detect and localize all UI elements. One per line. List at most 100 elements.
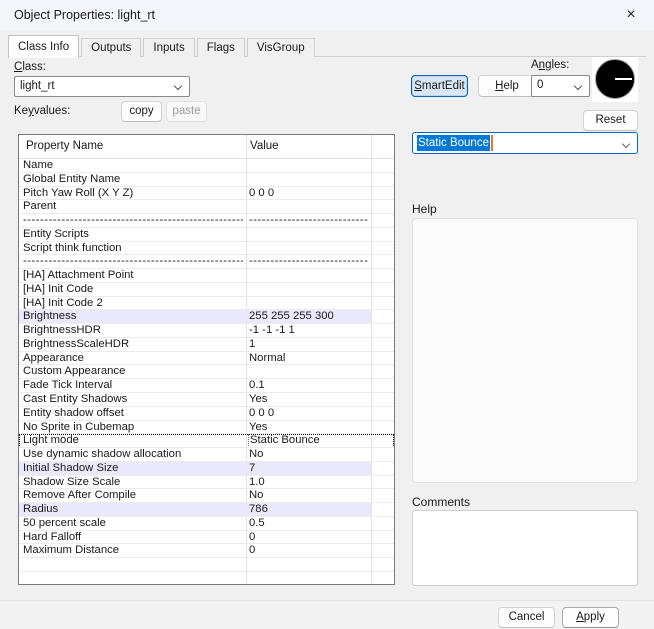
property-value-cell: Yes [249,393,369,407]
property-row[interactable]: Initial Shadow Size 7 [19,462,394,476]
property-row[interactable] [19,558,394,572]
property-name-cell: Pitch Yaw Roll (X Y Z) [23,187,243,201]
property-table-body: Name Global Entity Name Pitch Yaw Roll (… [19,159,394,585]
property-row[interactable]: Custom Appearance [19,365,394,379]
angle-dial-icon [595,59,635,99]
property-value-cell: ----------------------------------------… [249,255,369,269]
property-row[interactable]: BrightnessScaleHDR 1 [19,338,394,352]
angles-combo[interactable]: 0 [531,75,590,97]
angles-label: Angles: [531,59,569,71]
text-caret [491,135,493,151]
property-row[interactable]: Entity shadow offset 0 0 0 [19,407,394,421]
comments-label: Comments [412,495,470,509]
property-value-cell: 255 255 255 300 [249,310,369,324]
property-name-cell: [HA] Attachment Point [23,269,243,283]
property-row[interactable]: 50 percent scale 0.5 [19,517,394,531]
property-row[interactable]: No Sprite in Cubemap Yes [19,421,394,435]
property-value-cell: No [249,448,369,462]
property-name-cell: Fade Tick Interval [23,379,243,393]
tab-strip: Class InfoOutputsInputsFlagsVisGroup [8,34,317,57]
property-row[interactable]: Pitch Yaw Roll (X Y Z) 0 0 0 [19,187,394,201]
tab-class-info[interactable]: Class Info [8,35,79,58]
property-row[interactable] [19,572,394,585]
property-value-cell: 1.0 [249,476,369,490]
cancel-button[interactable]: Cancel [498,607,555,628]
property-row[interactable]: Entity Scripts [19,228,394,242]
property-value-cell: 0 0 0 [249,407,369,421]
property-name-cell: Global Entity Name [23,173,243,187]
reset-button[interactable]: Reset [583,110,638,131]
angle-picker[interactable] [592,57,638,102]
property-row[interactable]: Global Entity Name [19,173,394,187]
apply-button[interactable]: Apply [562,607,619,628]
property-table: Property Name Value Name Global Entity N… [18,134,395,585]
property-name-cell: 50 percent scale [23,517,243,531]
property-name-cell: Shadow Size Scale [23,476,243,490]
property-value-cell: No [249,489,369,503]
chevron-down-icon[interactable] [574,82,582,90]
property-name-cell: BrightnessHDR [23,324,243,338]
tab-visgroup[interactable]: VisGroup [247,38,315,57]
property-row[interactable]: Remove After Compile No [19,489,394,503]
property-row[interactable]: BrightnessHDR -1 -1 -1 1 [19,324,394,338]
property-row[interactable]: [HA] Attachment Point [19,269,394,283]
property-row[interactable]: [HA] Init Code 2 [19,297,394,311]
property-name-cell: Entity shadow offset [23,407,243,421]
property-name-cell: Hard Falloff [23,531,243,545]
tab-outputs[interactable]: Outputs [81,38,141,57]
property-row[interactable]: Shadow Size Scale 1.0 [19,476,394,490]
footer-bar: Cancel Apply [0,600,654,629]
property-name-cell: Brightness [23,310,243,324]
help-section-label: Help [412,202,437,216]
property-value-cell: 0 [249,531,369,545]
help-button[interactable]: Help [478,75,536,97]
property-name-cell: Script think function [23,242,243,256]
property-row[interactable]: Maximum Distance 0 [19,544,394,558]
tab-inputs[interactable]: Inputs [143,38,194,57]
property-value-cell: 0.1 [249,379,369,393]
comments-input[interactable] [412,510,638,586]
property-value-cell: 7 [249,462,369,476]
property-value-cell: 0.5 [249,517,369,531]
chevron-down-icon[interactable] [174,82,182,90]
property-name-cell: BrightnessScaleHDR [23,338,243,352]
property-name-cell: Appearance [23,352,243,366]
property-row[interactable]: Hard Falloff 0 [19,531,394,545]
property-name-cell: Parent [23,200,243,214]
property-row[interactable]: Light mode Static Bounce [19,434,394,448]
tab-flags[interactable]: Flags [197,38,245,57]
smartedit-button[interactable]: SmartEdit [411,75,468,97]
close-icon[interactable]: × [614,0,648,31]
paste-button[interactable]: paste [166,101,207,122]
column-header-property-name: Property Name [26,140,103,152]
property-name-cell: Maximum Distance [23,544,243,558]
property-row[interactable]: Brightness 255 255 255 300 [19,310,394,324]
property-value-cell: 0 [249,544,369,558]
value-editor-selected-text: Static Bounce [417,135,490,151]
property-value-cell: Static Bounce [248,434,368,448]
property-name-cell: Light mode [23,434,243,448]
property-value-cell: ----------------------------------------… [249,214,369,228]
property-row[interactable]: Use dynamic shadow allocation No [19,448,394,462]
column-header-value: Value [250,140,279,152]
property-row[interactable]: Name [19,159,394,173]
property-row[interactable]: ----------------------------------------… [19,255,394,269]
property-row[interactable]: [HA] Init Code [19,283,394,297]
property-row[interactable]: Cast Entity Shadows Yes [19,393,394,407]
property-name-cell: [HA] Init Code 2 [23,297,243,311]
angles-combo-value: 0 [537,76,543,95]
property-name-cell: [HA] Init Code [23,283,243,297]
value-editor-combo[interactable]: Static Bounce [412,132,638,154]
property-row[interactable]: Parent [19,200,394,214]
class-combo[interactable]: light_rt [14,76,190,97]
property-row[interactable]: ----------------------------------------… [19,214,394,228]
property-row[interactable]: Appearance Normal [19,352,394,366]
object-properties-dialog: Object Properties: light_rt × Class Info… [0,0,654,629]
copy-button[interactable]: copy [121,101,162,122]
property-name-cell: Cast Entity Shadows [23,393,243,407]
property-row[interactable]: Script think function [19,242,394,256]
chevron-down-icon[interactable] [622,140,630,148]
property-row[interactable]: Fade Tick Interval 0.1 [19,379,394,393]
class-label: Class: [14,61,46,73]
property-row[interactable]: Radius 786 [19,503,394,517]
